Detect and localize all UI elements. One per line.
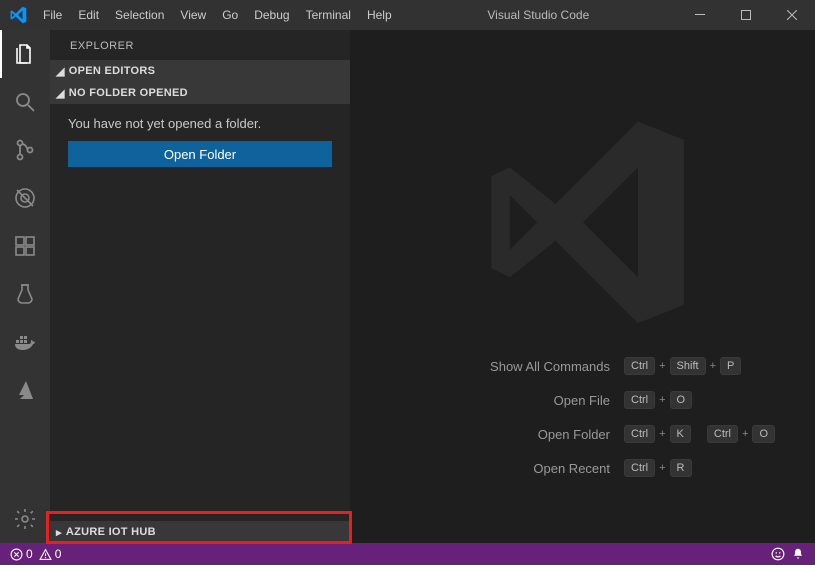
warning-icon (39, 548, 52, 561)
key-cap: Ctrl (624, 391, 655, 409)
window-controls (677, 0, 815, 30)
plus-separator: + (659, 462, 665, 474)
vscode-logo-icon (0, 6, 35, 24)
editor-area: Show All Commands Ctrl + Shift + P Open File Ct… (350, 30, 815, 543)
status-warnings[interactable]: 0 (39, 547, 62, 561)
shortcut-label: Open Folder (350, 427, 610, 442)
status-feedback[interactable] (771, 547, 785, 561)
plus-separator: + (710, 360, 716, 372)
activity-search[interactable] (0, 78, 50, 126)
error-icon (10, 548, 23, 561)
menu-terminal[interactable]: Terminal (298, 8, 359, 22)
plus-separator: + (659, 428, 665, 440)
title-bar: File Edit Selection View Go Debug Termin… (0, 0, 815, 30)
status-warnings-count: 0 (55, 547, 62, 561)
status-errors[interactable]: 0 (10, 547, 33, 561)
activity-testing[interactable] (0, 270, 50, 318)
shortcut-label: Open File (350, 393, 610, 408)
minimize-button[interactable] (677, 0, 723, 30)
key-cap: R (670, 459, 692, 477)
caret-right-icon: ▸ (56, 526, 62, 539)
window-title: Visual Studio Code (400, 8, 677, 22)
shortcut-row: Show All Commands Ctrl + Shift + P (350, 357, 775, 375)
activity-azure[interactable] (0, 366, 50, 414)
status-bar: 0 0 (0, 543, 815, 565)
menu-go[interactable]: Go (214, 8, 246, 22)
key-cap: O (670, 391, 693, 409)
key-cap: Shift (670, 357, 706, 375)
menu-file[interactable]: File (35, 8, 70, 22)
sidebar-title: EXPLORER (50, 30, 350, 60)
shortcut-keys: Ctrl + O (624, 391, 692, 409)
shortcut-label: Show All Commands (350, 359, 610, 374)
caret-down-icon: ◢ (56, 65, 65, 78)
menu-selection[interactable]: Selection (107, 8, 172, 22)
shortcut-row: Open Recent Ctrl + R (350, 459, 775, 477)
activity-source-control[interactable] (0, 126, 50, 174)
shortcut-label: Open Recent (350, 461, 610, 476)
status-notifications[interactable] (791, 547, 805, 561)
activity-settings[interactable] (0, 495, 50, 543)
smiley-icon (771, 547, 785, 561)
section-azure-label: AZURE IOT HUB (66, 526, 156, 538)
activity-debug[interactable] (0, 174, 50, 222)
key-cap: Ctrl (624, 357, 655, 375)
close-button[interactable] (769, 0, 815, 30)
status-errors-count: 0 (26, 547, 33, 561)
shortcut-keys: Ctrl + R (624, 459, 692, 477)
menu-debug[interactable]: Debug (246, 8, 297, 22)
shortcut-row: Open File Ctrl + O (350, 391, 775, 409)
key-cap: Ctrl (624, 459, 655, 477)
plus-separator: + (742, 428, 748, 440)
section-azure-iot-hub[interactable]: ▸ AZURE IOT HUB (50, 521, 350, 543)
shortcut-row: Open Folder Ctrl + K Ctrl + O (350, 425, 775, 443)
sidebar-explorer: EXPLORER ◢ OPEN EDITORS ◢ NO FOLDER OPEN… (50, 30, 350, 543)
welcome-shortcuts: Show All Commands Ctrl + Shift + P Open File Ct… (350, 357, 815, 543)
section-open-editors-label: OPEN EDITORS (69, 65, 156, 77)
caret-down-icon: ◢ (56, 87, 65, 100)
activity-bar (0, 30, 50, 543)
shortcut-keys: Ctrl + K Ctrl + O (624, 425, 775, 443)
key-cap: Ctrl (707, 425, 738, 443)
open-folder-button[interactable]: Open Folder (68, 141, 332, 167)
no-folder-message: You have not yet opened a folder. (50, 104, 350, 141)
section-no-folder-opened[interactable]: ◢ NO FOLDER OPENED (50, 82, 350, 104)
key-cap: Ctrl (624, 425, 655, 443)
maximize-button[interactable] (723, 0, 769, 30)
key-cap: K (670, 425, 691, 443)
vscode-watermark-icon (473, 113, 693, 336)
menu-help[interactable]: Help (359, 8, 400, 22)
key-cap: P (720, 357, 741, 375)
bell-icon (791, 547, 805, 561)
activity-explorer[interactable] (0, 30, 50, 78)
key-cap: O (752, 425, 775, 443)
menu-view[interactable]: View (172, 8, 214, 22)
activity-extensions[interactable] (0, 222, 50, 270)
section-open-editors[interactable]: ◢ OPEN EDITORS (50, 60, 350, 82)
activity-docker[interactable] (0, 318, 50, 366)
plus-separator: + (659, 394, 665, 406)
menu-edit[interactable]: Edit (70, 8, 107, 22)
shortcut-keys: Ctrl + Shift + P (624, 357, 741, 375)
plus-separator: + (659, 360, 665, 372)
section-no-folder-label: NO FOLDER OPENED (69, 87, 188, 99)
menu-bar: File Edit Selection View Go Debug Termin… (35, 8, 400, 22)
